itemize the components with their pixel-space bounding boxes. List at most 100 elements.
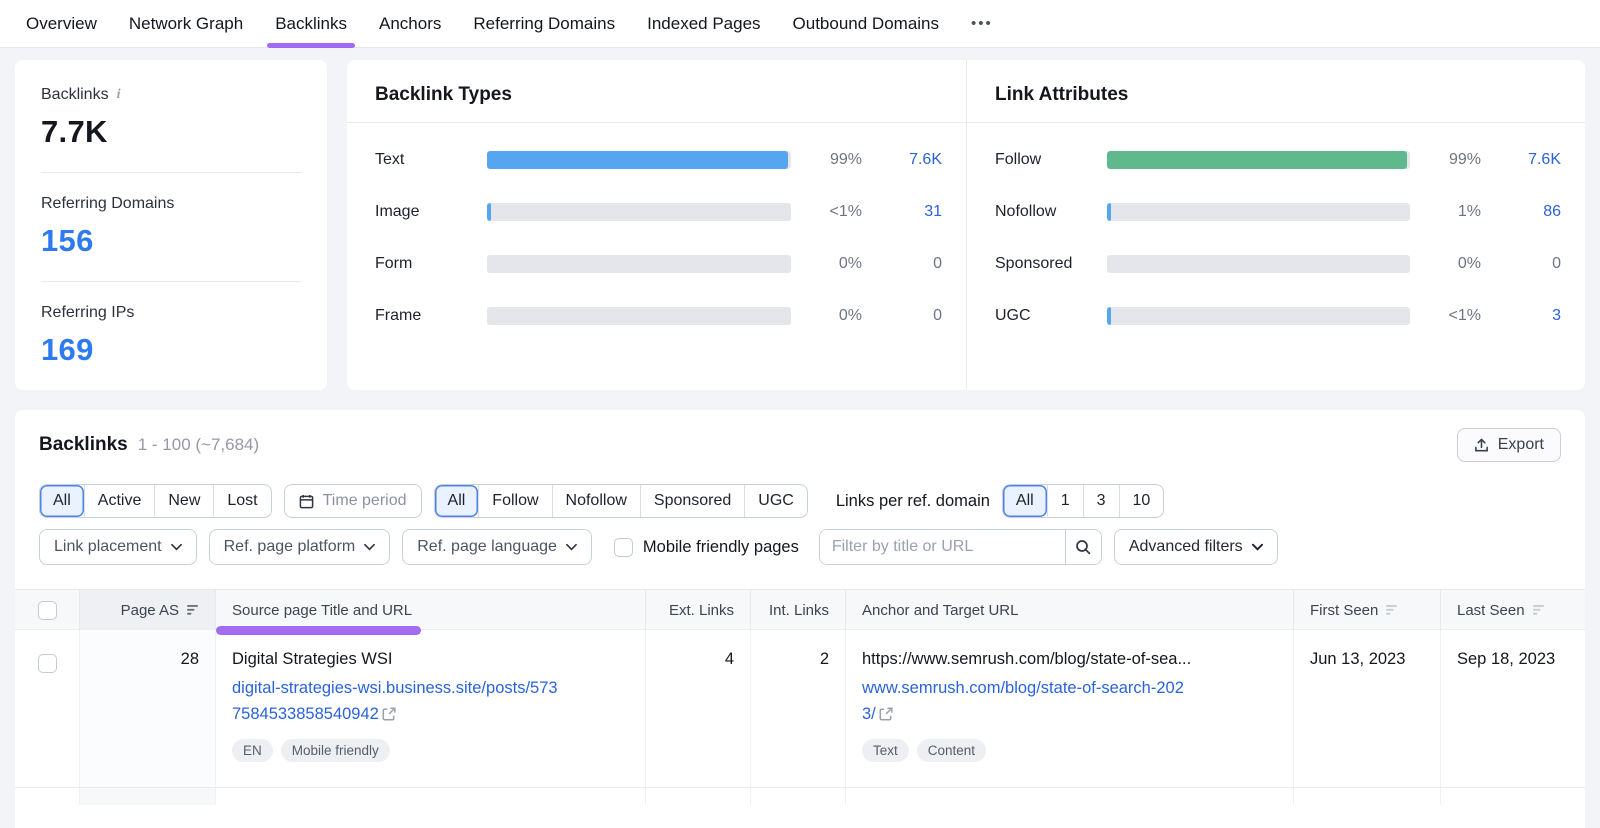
follow-follow-button[interactable]: Follow <box>478 485 551 517</box>
sort-icon <box>1533 605 1545 615</box>
links-per-domain-3-button[interactable]: 3 <box>1083 485 1119 517</box>
follow-sponsored-button[interactable]: Sponsored <box>640 485 744 517</box>
first-seen-cell: Jun 13, 2023 <box>1293 630 1440 787</box>
advanced-filters-dropdown[interactable]: Advanced filters <box>1114 529 1278 565</box>
more-tabs-icon[interactable]: ••• <box>971 0 993 48</box>
tab-backlinks[interactable]: Backlinks <box>275 0 347 48</box>
bar-label: Form <box>375 255 471 273</box>
link-attributes-panel: Link Attributes Follow 99% 7.6K Nofollow… <box>966 60 1585 390</box>
referring-domains-stat-value[interactable]: 156 <box>41 223 301 259</box>
bar-percent: 0% <box>807 307 862 325</box>
dropdown-label: Ref. page language <box>417 538 557 556</box>
time-period-button[interactable]: Time period <box>284 484 422 518</box>
follow-nofollow-button[interactable]: Nofollow <box>552 485 640 517</box>
divider <box>41 172 301 173</box>
bar-percent: <1% <box>1426 307 1481 325</box>
dropdown-label: Ref. page platform <box>224 538 356 556</box>
bar-percent: <1% <box>807 203 862 221</box>
export-upload-icon <box>1474 438 1489 453</box>
follow-ugc-button[interactable]: UGC <box>744 485 807 517</box>
table-range: 1 - 100 (~7,684) <box>138 435 259 455</box>
bar-count-link[interactable]: 7.6K <box>878 151 942 169</box>
backlink-types-title: Backlink Types <box>347 60 966 123</box>
source-url-line1: digital-strategies-wsi.business.site/pos… <box>232 679 558 697</box>
column-header-page-as[interactable]: Page AS <box>79 590 215 630</box>
target-url-link[interactable]: www.semrush.com/blog/state-of-search-202… <box>862 676 1277 727</box>
links-per-domain-1-button[interactable]: 1 <box>1047 485 1083 517</box>
bar-fill <box>1107 307 1111 325</box>
mobile-friendly-checkbox[interactable] <box>614 538 633 557</box>
links-per-domain-10-button[interactable]: 10 <box>1119 485 1164 517</box>
bar-track <box>1107 255 1410 273</box>
stat-label-text: Backlinks <box>41 86 109 104</box>
links-per-domain-all-button[interactable]: All <box>1003 485 1047 517</box>
search-input[interactable] <box>820 530 1065 564</box>
advanced-filters-label: Advanced filters <box>1129 538 1243 556</box>
bar-count-link[interactable]: 31 <box>878 203 942 221</box>
external-link-icon[interactable] <box>382 707 396 721</box>
search-icon <box>1075 539 1091 555</box>
table-row: 28 Digital Strategies WSI digital-strate… <box>15 629 1585 787</box>
table-header-row: Page AS Source page Title and URL Ext. L… <box>15 589 1585 629</box>
follow-all-button[interactable]: All <box>435 485 479 517</box>
bar-fill <box>1107 151 1407 169</box>
select-all-checkbox[interactable] <box>38 601 57 620</box>
status-filter-group: All Active New Lost <box>39 484 272 518</box>
charts-card: Backlink Types Text 99% 7.6K Image <1% 3… <box>347 60 1585 390</box>
bar-track <box>1107 151 1410 169</box>
bar-label: Text <box>375 151 471 169</box>
links-per-domain-group: All 1 3 10 <box>1002 484 1164 518</box>
bar-count-link[interactable]: 86 <box>1497 203 1561 221</box>
column-label: Ext. Links <box>669 602 734 619</box>
column-header-ext-links[interactable]: Ext. Links <box>645 590 750 630</box>
column-label: Source page Title and URL <box>232 602 412 619</box>
chart-row-nofollow: Nofollow 1% 86 <box>995 203 1561 221</box>
tab-overview[interactable]: Overview <box>26 0 97 48</box>
tab-outbound-domains[interactable]: Outbound Domains <box>793 0 939 48</box>
column-header-int-links[interactable]: Int. Links <box>750 590 845 630</box>
tab-anchors[interactable]: Anchors <box>379 0 441 48</box>
column-header-first-seen[interactable]: First Seen <box>1293 590 1440 630</box>
divider <box>41 281 301 282</box>
title-url-filter <box>819 529 1102 565</box>
export-button[interactable]: Export <box>1457 428 1561 462</box>
chart-row-follow: Follow 99% 7.6K <box>995 151 1561 169</box>
bar-label: Follow <box>995 151 1091 169</box>
table-title: Backlinks <box>39 434 128 456</box>
follow-filter-group: All Follow Nofollow Sponsored UGC <box>434 484 808 518</box>
bar-count: 0 <box>1497 255 1561 273</box>
chevron-down-icon <box>566 543 577 551</box>
last-seen-cell: Sep 18, 2023 <box>1440 630 1585 787</box>
status-new-button[interactable]: New <box>154 485 213 517</box>
bar-percent: 99% <box>807 151 862 169</box>
target-url-line1: www.semrush.com/blog/state-of-search-202 <box>862 679 1184 697</box>
referring-ips-stat-value[interactable]: 169 <box>41 332 301 368</box>
status-all-button[interactable]: All <box>40 485 84 517</box>
sort-icon <box>187 605 199 615</box>
bar-count-link[interactable]: 3 <box>1497 307 1561 325</box>
column-header-source-page[interactable]: Source page Title and URL <box>215 590 645 630</box>
status-lost-button[interactable]: Lost <box>213 485 270 517</box>
ref-page-platform-dropdown[interactable]: Ref. page platform <box>209 529 391 565</box>
tab-network-graph[interactable]: Network Graph <box>129 0 243 48</box>
chart-row-text: Text 99% 7.6K <box>375 151 942 169</box>
info-icon[interactable]: i <box>117 87 121 103</box>
column-header-last-seen[interactable]: Last Seen <box>1440 590 1585 630</box>
source-page-link[interactable]: digital-strategies-wsi.business.site/pos… <box>232 676 629 727</box>
column-header-anchor-target[interactable]: Anchor and Target URL <box>845 590 1293 630</box>
mobile-friendly-filter[interactable]: Mobile friendly pages <box>614 538 799 557</box>
tab-referring-domains[interactable]: Referring Domains <box>473 0 615 48</box>
chevron-down-icon <box>171 543 182 551</box>
row-checkbox[interactable] <box>38 654 57 673</box>
placement-badge: Content <box>917 739 986 762</box>
link-placement-dropdown[interactable]: Link placement <box>39 529 197 565</box>
bar-count-link[interactable]: 7.6K <box>1497 151 1561 169</box>
tab-indexed-pages[interactable]: Indexed Pages <box>647 0 760 48</box>
status-active-button[interactable]: Active <box>84 485 155 517</box>
report-tabs: Overview Network Graph Backlinks Anchors… <box>0 0 1600 48</box>
search-button[interactable] <box>1065 530 1101 564</box>
select-all-cell <box>15 590 79 630</box>
ref-page-language-dropdown[interactable]: Ref. page language <box>402 529 592 565</box>
external-link-icon[interactable] <box>879 707 893 721</box>
bar-percent: 0% <box>807 255 862 273</box>
